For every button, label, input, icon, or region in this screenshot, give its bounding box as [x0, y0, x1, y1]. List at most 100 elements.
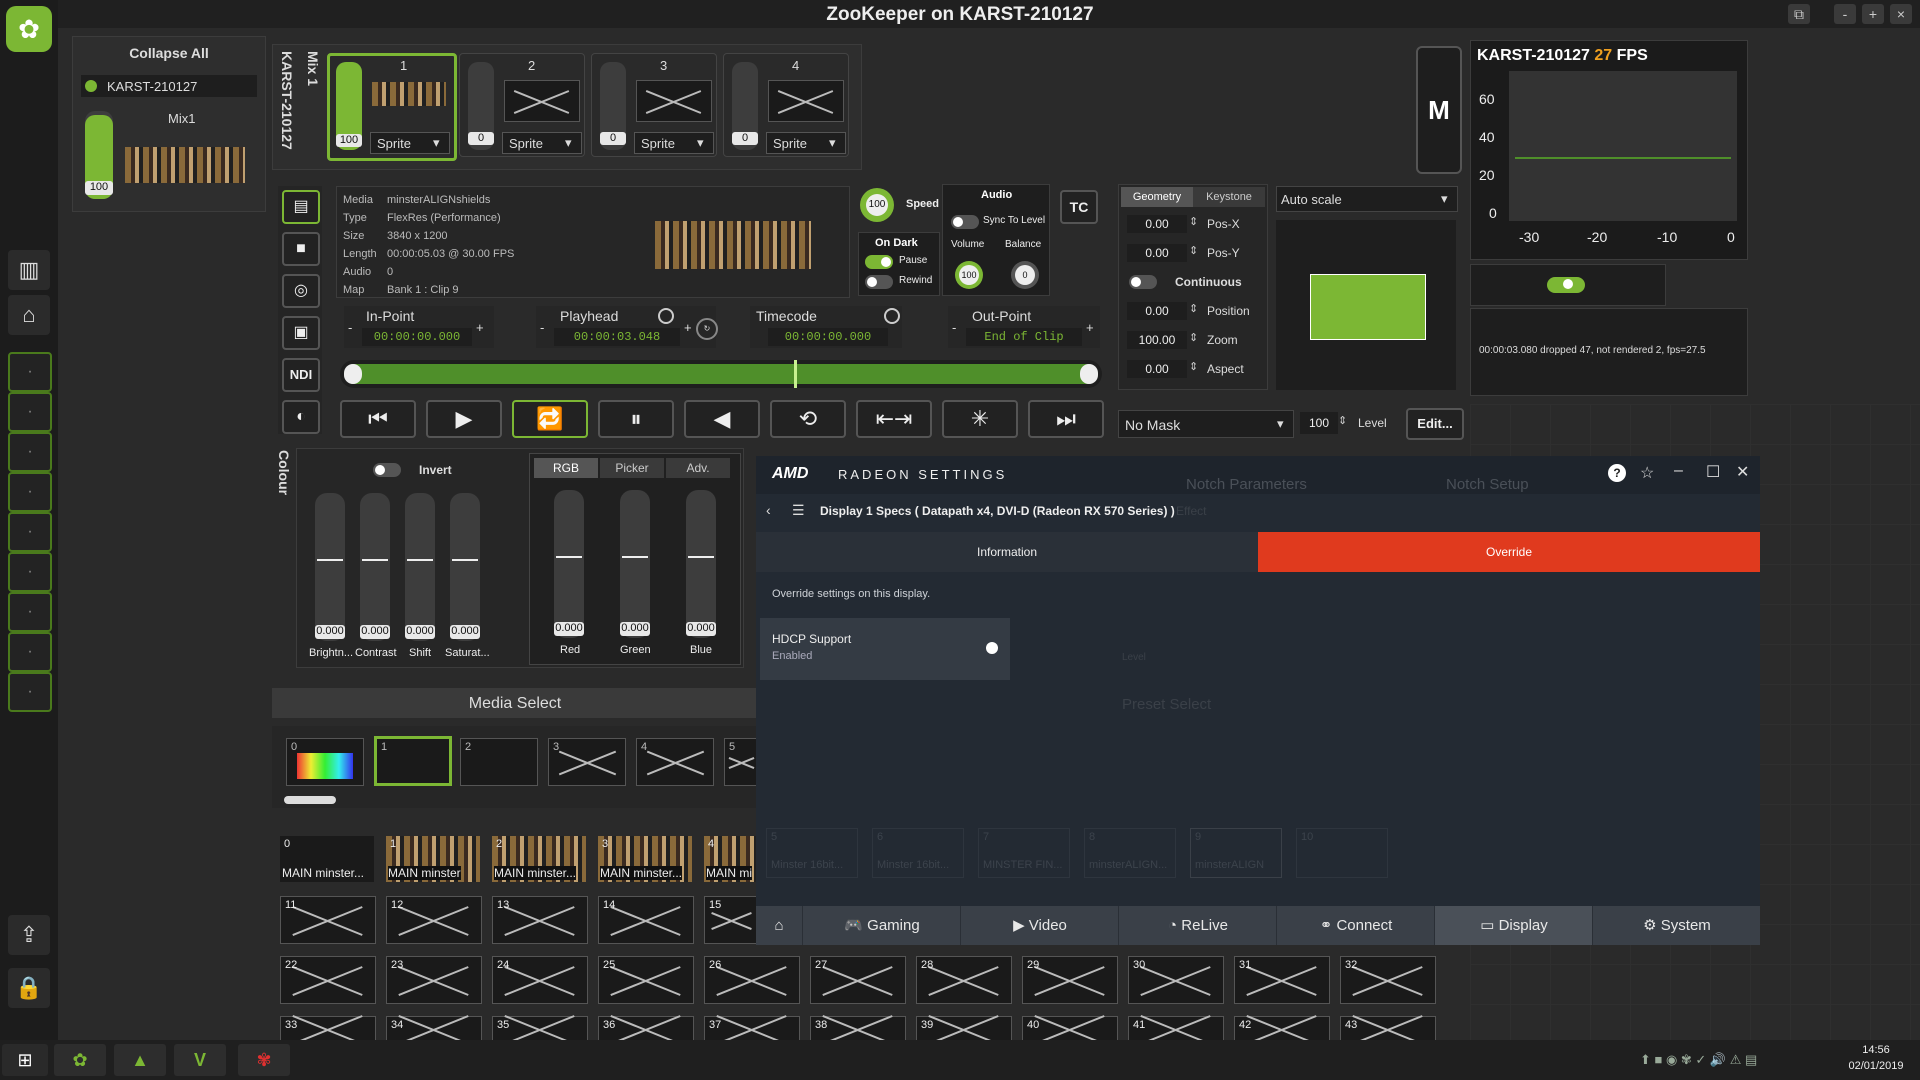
star-icon[interactable]: ☆	[1640, 463, 1654, 483]
pause-toggle[interactable]	[865, 255, 893, 269]
output-toggle[interactable]	[1547, 277, 1585, 293]
playhead-plus-button[interactable]: +	[684, 320, 692, 335]
clip-14[interactable]: 14	[598, 896, 694, 944]
nav-system[interactable]: ⚙ System	[1592, 906, 1761, 945]
clip-24[interactable]: 24	[492, 956, 588, 1004]
machine-row[interactable]: KARST-210127	[81, 75, 257, 97]
brightness-slider[interactable]: 0.000	[315, 493, 345, 641]
clip-34[interactable]: 34	[386, 1016, 482, 1042]
nav-video[interactable]: ▶ Video	[960, 906, 1119, 945]
bank-2[interactable]: 2	[460, 738, 538, 786]
menu-icon[interactable]: ☰	[792, 502, 805, 519]
playhead-minus-button[interactable]: -	[540, 320, 544, 335]
clip-31[interactable]: 31	[1234, 956, 1330, 1004]
bank-3[interactable]: 3	[548, 738, 626, 786]
playhead-value[interactable]: 00:00:03.048	[554, 328, 680, 346]
speed-knob[interactable]: 100	[860, 188, 894, 222]
close-icon[interactable]: ✕	[1736, 462, 1749, 482]
pin-icon[interactable]: ⧉	[1788, 4, 1810, 24]
volume-knob[interactable]: 100	[955, 261, 983, 289]
clip-23[interactable]: 23	[386, 956, 482, 1004]
tab-override[interactable]: Override	[1258, 532, 1760, 572]
red-slider[interactable]: 0.000	[554, 490, 584, 638]
clip-11[interactable]: 11	[280, 896, 376, 944]
stepper-icon[interactable]: ⇕	[1189, 360, 1198, 373]
zookeeper-logo-icon[interactable]: ✿	[6, 6, 52, 52]
slot-6[interactable]: ·	[8, 552, 52, 592]
slot-9[interactable]: ·	[8, 672, 52, 712]
out-point-plus-button[interactable]: +	[1086, 320, 1094, 335]
playhead-radio-icon[interactable]	[658, 308, 674, 324]
clip-3[interactable]: 3 MAIN minster...	[598, 836, 692, 882]
patch-icon[interactable]: ▣	[282, 316, 320, 350]
timeline-in-handle[interactable]	[344, 364, 362, 384]
clip-1[interactable]: 1 MAIN minster	[386, 836, 480, 882]
skip-to-end-button[interactable]: ⏭	[1028, 400, 1104, 438]
nav-display[interactable]: ▭ Display	[1434, 906, 1593, 945]
timeline-playhead[interactable]	[794, 360, 797, 388]
close-button[interactable]: ×	[1890, 4, 1912, 24]
slot-2[interactable]: ·	[8, 392, 52, 432]
clip-26[interactable]: 26	[704, 956, 800, 1004]
clip-43[interactable]: 43	[1340, 1016, 1436, 1042]
contrast-slider[interactable]: 0.000	[360, 493, 390, 641]
ndi-button[interactable]: NDI	[282, 358, 320, 392]
clip-25[interactable]: 25	[598, 956, 694, 1004]
out-point-minus-button[interactable]: -	[952, 320, 956, 335]
out-point-value[interactable]: End of Clip	[966, 328, 1082, 346]
bank-scrollbar[interactable]	[284, 796, 336, 804]
color-wheel-icon[interactable]: ◐	[282, 400, 320, 434]
in-out-button[interactable]: ⇤⇥	[856, 400, 932, 438]
bounce-button[interactable]: ⟲	[770, 400, 846, 438]
play-reverse-button[interactable]: ◀	[684, 400, 760, 438]
clip-22[interactable]: 22	[280, 956, 376, 1004]
layer-blend-select[interactable]: Sprite ▾	[370, 132, 450, 154]
skip-to-start-button[interactable]: ⏮	[340, 400, 416, 438]
tab-adv[interactable]: Adv.	[666, 458, 730, 478]
balance-knob[interactable]: 0	[1011, 261, 1039, 289]
media-icon[interactable]: ▤	[282, 190, 320, 224]
green-slider[interactable]: 0.000	[620, 490, 650, 638]
lock-icon[interactable]: 🔒	[8, 968, 50, 1008]
camera-icon[interactable]: ■	[282, 232, 320, 266]
slot-1[interactable]: ·	[8, 352, 52, 392]
clip-32[interactable]: 32	[1340, 956, 1436, 1004]
pos-x-value[interactable]: 0.00	[1127, 215, 1187, 233]
in-point-value[interactable]: 00:00:00.000	[362, 328, 472, 346]
play-button[interactable]: ▶	[426, 400, 502, 438]
scale-select[interactable]: Auto scale ▾	[1276, 186, 1458, 212]
clip-36[interactable]: 36	[598, 1016, 694, 1042]
radeon-task-icon[interactable]: ✾	[238, 1044, 290, 1076]
layer-blend-select[interactable]: Sprite ▾	[766, 132, 846, 154]
mix-level-slider[interactable]: 100	[85, 111, 113, 199]
timecode-radio-icon[interactable]	[884, 308, 900, 324]
windows-start-icon[interactable]: ⊞	[2, 1044, 48, 1076]
random-button[interactable]: ✳	[942, 400, 1018, 438]
clip-39[interactable]: 39	[916, 1016, 1012, 1042]
clip-29[interactable]: 29	[1022, 956, 1118, 1004]
stepper-icon[interactable]: ⇕	[1189, 215, 1198, 228]
layer-blend-select[interactable]: Sprite ▾	[502, 132, 582, 154]
home-icon[interactable]: ⌂	[756, 906, 802, 945]
preview-rectangle[interactable]	[1310, 274, 1426, 340]
layer-blend-select[interactable]: Sprite ▾	[634, 132, 714, 154]
timeline-scrubber[interactable]	[340, 360, 1102, 388]
clip-40[interactable]: 40	[1022, 1016, 1118, 1042]
layer-3[interactable]: 3 0 Sprite ▾	[591, 53, 717, 157]
in-point-minus-button[interactable]: -	[348, 320, 352, 335]
clip-35[interactable]: 35	[492, 1016, 588, 1042]
tab-geometry[interactable]: Geometry	[1121, 187, 1193, 207]
clip-15[interactable]: 15	[704, 896, 760, 944]
tab-keystone[interactable]: Keystone	[1193, 187, 1265, 207]
tray-icons[interactable]: ⬆ ■ ◉ ✾ ✓ 🔊 ⚠ ▤	[1640, 1052, 1757, 1068]
continuous-toggle[interactable]	[1129, 275, 1157, 289]
nav-gaming[interactable]: 🎮 Gaming	[802, 906, 961, 945]
bank-0[interactable]: 0	[286, 738, 364, 786]
zookeeper-task-icon[interactable]: ✿	[54, 1044, 106, 1076]
minimize-icon[interactable]: –	[1674, 462, 1683, 480]
pos-y-value[interactable]: 0.00	[1127, 244, 1187, 262]
clip-28[interactable]: 28	[916, 956, 1012, 1004]
timeline-out-handle[interactable]	[1080, 364, 1098, 384]
stepper-icon[interactable]: ⇕	[1338, 414, 1347, 427]
timecode-button[interactable]: TC	[1060, 190, 1098, 224]
